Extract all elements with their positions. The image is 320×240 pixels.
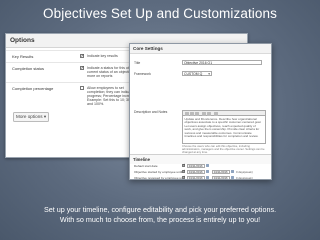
numbered-list-icon[interactable] (207, 112, 211, 116)
calendar-icon[interactable] (231, 176, 235, 179)
option-label: Completion status (12, 66, 45, 71)
option-checkbox[interactable] (80, 53, 84, 59)
timeline-checkbox[interactable] (182, 175, 185, 179)
calendar-icon[interactable] (206, 176, 210, 179)
option-checkbox[interactable] (80, 65, 84, 71)
timeline-date-input-2[interactable]: 04/11/2016 (212, 175, 230, 179)
timeline-offset: 0 days(week) (236, 176, 253, 180)
bold-icon[interactable] (185, 112, 189, 116)
option-label: Key Results (12, 54, 34, 59)
timeline-checkbox[interactable] (182, 169, 185, 173)
timeline-row-label: Objective started by employee until (134, 170, 183, 174)
caption-line-2: With so much to choose from, the process… (59, 215, 261, 224)
timeline-row-label: Default start date (134, 164, 158, 168)
core-settings-title: Core Settings (130, 44, 271, 54)
slide-caption: Set up your timeline, configure editabil… (0, 205, 320, 225)
calendar-icon[interactable] (206, 164, 210, 168)
underline-icon[interactable] (195, 112, 199, 116)
option-label: Completion percentage (12, 86, 54, 91)
timeline-row-label: Objective reviewed by employee until (134, 176, 186, 180)
framework-label: Framework (134, 72, 151, 76)
timeline-row: Objective reviewed by employee until 04/… (130, 175, 271, 180)
italic-icon[interactable] (190, 112, 194, 116)
caption-line-1: Set up your timeline, configure editabil… (43, 205, 277, 214)
more-options-label: More options (16, 114, 43, 119)
calendar-icon[interactable] (231, 170, 235, 174)
timeline-checkbox[interactable] (182, 163, 185, 167)
chevron-down-icon: ▾ (43, 114, 47, 119)
timeline-date-input[interactable]: 04/11/2016 (187, 169, 205, 174)
timeline-date-input-2[interactable]: 04/11/2016 (212, 169, 230, 174)
title-label: Title (134, 61, 141, 65)
slide-title: Objectives Set Up and Customizations (43, 6, 277, 21)
more-options-button[interactable]: More options ▾ (13, 112, 50, 122)
timeline-offset: 0 days(week) (236, 170, 253, 174)
timeline-date-input[interactable]: 04/11/2016 (187, 175, 205, 179)
option-checkbox[interactable] (80, 86, 84, 90)
bullet-list-icon[interactable] (202, 112, 206, 116)
core-settings-window: Core Settings Title Objective 2016 Q1 Fr… (129, 43, 272, 180)
timeline-date-input[interactable]: 04/11/2016 (187, 163, 205, 168)
description-editor[interactable]: Update and fill-reference. Describe how … (182, 116, 266, 144)
title-input[interactable]: Objective 2016 Q1 (182, 60, 262, 65)
framework-select[interactable]: CUSTOM Q (182, 71, 212, 76)
link-icon[interactable] (214, 112, 218, 116)
calendar-icon[interactable] (206, 170, 210, 174)
description-label: Description and Notes (134, 110, 168, 114)
